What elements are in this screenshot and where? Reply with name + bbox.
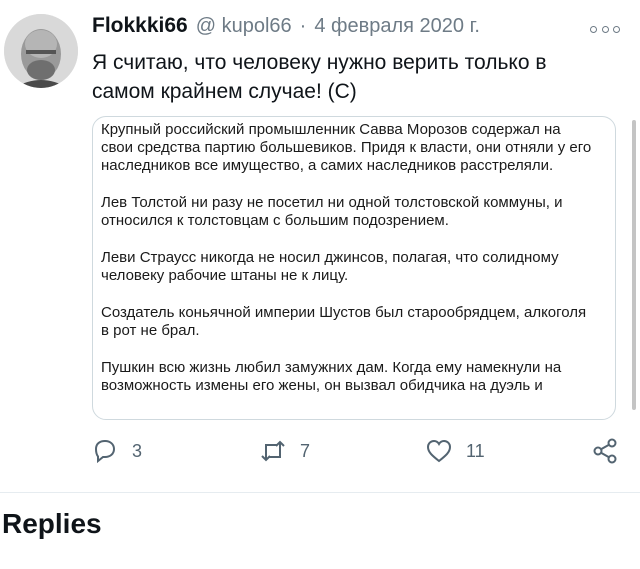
card-paragraph: Леви Страусс никогда не носил джинсов, п… [101, 249, 559, 284]
tweet-date[interactable]: 4 февраля 2020 г. [314, 15, 480, 38]
tweet-header: Flokkki66 @ kupol66 · 4 февраля 2020 г. [92, 14, 480, 42]
card-paragraph: Лев Толстой ни разу не посетил ни одной … [101, 194, 563, 229]
attached-image-card[interactable]: Крупный российский промышленник Савва Мо… [92, 116, 616, 420]
avatar[interactable] [4, 14, 78, 88]
reply-button[interactable]: 3 [90, 436, 142, 466]
divider [0, 492, 640, 493]
separator: · [299, 15, 307, 37]
retweet-button[interactable]: 7 [258, 436, 310, 466]
more-dot [613, 25, 620, 33]
avatar-image [4, 14, 78, 88]
reply-count: 3 [132, 440, 143, 461]
card-paragraph: Создатель коньячной империи Шустов был с… [101, 304, 587, 339]
more-dot [590, 25, 597, 33]
like-count: 11 [466, 440, 485, 461]
replies-section-title: Replies [2, 508, 102, 539]
card-paragraph: Крупный российский промышленник Савва Мо… [101, 121, 592, 174]
share-button[interactable] [590, 436, 620, 466]
author-handle[interactable]: @ kupol66 [196, 15, 292, 38]
tweet-actions: 3 7 11 [0, 432, 640, 468]
tweet-text: Я считаю, что человеку нужно верить толь… [92, 51, 547, 103]
like-button[interactable]: 11 [424, 436, 485, 466]
more-dot [601, 25, 609, 33]
card-text: Крупный российский промышленник Савва Мо… [93, 121, 615, 414]
retweet-icon [261, 440, 285, 462]
heart-icon [426, 439, 452, 463]
more-options-icon[interactable] [590, 22, 620, 36]
author-name[interactable]: Flokkki66 [92, 14, 188, 38]
share-icon [593, 438, 617, 464]
retweet-count: 7 [300, 440, 311, 461]
card-paragraph: Пушкин всю жизнь любил замужних дам. Ког… [101, 359, 562, 394]
reply-icon [94, 439, 116, 464]
tweet: Flokkki66 @ kupol66 · 4 февраля 2020 г. … [0, 0, 640, 490]
scrollbar[interactable] [632, 120, 636, 410]
